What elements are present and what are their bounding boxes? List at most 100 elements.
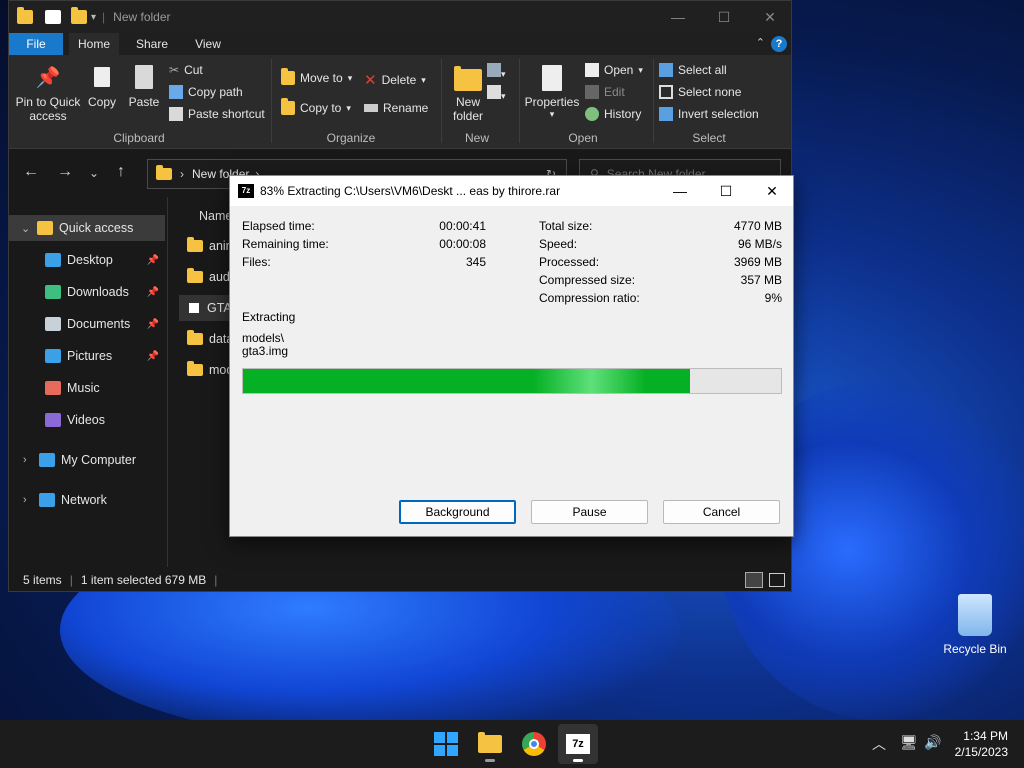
quick-access-toolbar-dropdown-icon[interactable]: ▾ bbox=[91, 12, 96, 23]
new-item-button[interactable]: ▾ bbox=[487, 63, 506, 80]
pane-splitter[interactable] bbox=[167, 197, 168, 567]
edit-button[interactable]: Edit bbox=[585, 85, 625, 99]
start-button[interactable] bbox=[426, 724, 466, 764]
forward-arrow-icon[interactable]: → bbox=[57, 163, 73, 181]
sidebar-item-network[interactable]: › Network bbox=[9, 487, 165, 513]
stat-label: Processed: bbox=[539, 255, 600, 269]
current-path: models\ bbox=[242, 331, 285, 345]
tab-home[interactable]: Home bbox=[69, 33, 119, 55]
show-hidden-icons-chevron-icon[interactable]: ︿ bbox=[872, 734, 886, 754]
select-none-button[interactable]: Select none bbox=[659, 85, 741, 99]
taskbar-clock[interactable]: 1:34 PM 2/15/2023 bbox=[955, 728, 1008, 760]
new-folder-quick-icon[interactable] bbox=[71, 7, 87, 24]
copy-path-button[interactable]: Copy path bbox=[169, 85, 243, 99]
sidebar-item-videos[interactable]: Videos bbox=[9, 407, 165, 433]
pause-button[interactable]: Pause bbox=[531, 500, 648, 524]
minimize-button[interactable]: — bbox=[655, 1, 701, 33]
open-button[interactable]: Open ▾ bbox=[585, 63, 643, 77]
chevron-right-icon[interactable]: › bbox=[23, 454, 35, 466]
paste-label: Paste bbox=[128, 95, 160, 109]
cut-button[interactable]: ✂ Cut bbox=[169, 63, 203, 77]
background-button[interactable]: Background bbox=[399, 500, 516, 524]
file-explorer-taskbar-button[interactable] bbox=[470, 724, 510, 764]
stat-label: Total size: bbox=[539, 219, 593, 233]
tab-share[interactable]: Share bbox=[127, 33, 177, 55]
large-icons-view-icon[interactable] bbox=[769, 573, 785, 587]
pin-to-quick-access-button[interactable]: 📌 Pin to Quick access bbox=[13, 65, 83, 123]
delete-label: Delete bbox=[381, 73, 417, 87]
chevron-right-icon[interactable]: › bbox=[23, 494, 35, 506]
close-button[interactable]: ✕ bbox=[747, 1, 793, 33]
history-button[interactable]: History bbox=[585, 107, 641, 121]
tab-view[interactable]: View bbox=[183, 33, 233, 55]
pin-label-2: access bbox=[29, 109, 67, 123]
copy-button[interactable]: Copy bbox=[87, 65, 117, 109]
delete-button[interactable]: ✕ Delete ▾ bbox=[364, 71, 426, 89]
sidebar-item-label: Downloads bbox=[67, 285, 129, 299]
sidebar-item-label: My Computer bbox=[61, 453, 137, 467]
dialog-titlebar: 7z 83% Extracting C:\Users\VM6\Deskt ...… bbox=[230, 176, 793, 206]
chrome-taskbar-button[interactable] bbox=[514, 724, 554, 764]
back-arrow-icon[interactable]: ← bbox=[23, 163, 39, 181]
sidebar-item-my-computer[interactable]: › My Computer bbox=[9, 447, 165, 473]
group-open: Open bbox=[568, 131, 598, 145]
7zip-taskbar-button[interactable]: 7z bbox=[558, 724, 598, 764]
cancel-button[interactable]: Cancel bbox=[663, 500, 780, 524]
progress-bar bbox=[242, 368, 782, 394]
navigation-pane: ⌄ Quick access Desktop 📌 Downloads 📌 Documents… bbox=[9, 197, 169, 567]
chevron-down-icon: ▾ bbox=[347, 72, 353, 83]
network-icon[interactable]: 🖥 bbox=[900, 734, 918, 751]
chevron-down-icon[interactable]: ⌄ bbox=[21, 222, 33, 235]
new-folder-button[interactable]: New folder bbox=[445, 65, 491, 123]
sidebar-item-music[interactable]: Music bbox=[9, 375, 165, 401]
sidebar-item-pictures[interactable]: Pictures 📌 bbox=[9, 343, 165, 369]
network-icon bbox=[39, 493, 55, 507]
stat-value: 4770 MB bbox=[733, 219, 782, 233]
sidebar-item-desktop[interactable]: Desktop 📌 bbox=[9, 247, 165, 273]
recent-locations-icon[interactable]: ⌄ bbox=[89, 166, 99, 180]
help-icon[interactable]: ? bbox=[771, 36, 787, 52]
sidebar-item-downloads[interactable]: Downloads 📌 bbox=[9, 279, 165, 305]
action-label: Extracting bbox=[242, 310, 296, 324]
sidebar-item-quick-access[interactable]: ⌄ Quick access bbox=[9, 215, 165, 241]
dialog-maximize-button[interactable]: ☐ bbox=[703, 176, 749, 206]
paste-shortcut-icon bbox=[169, 107, 183, 121]
sidebar-item-label: Network bbox=[61, 493, 107, 507]
paste-shortcut-button[interactable]: Paste shortcut bbox=[169, 107, 265, 121]
invert-selection-button[interactable]: Invert selection bbox=[659, 107, 759, 121]
sidebar-item-label: Music bbox=[67, 381, 100, 395]
maximize-button[interactable]: ☐ bbox=[701, 1, 747, 33]
clock-time: 1:34 PM bbox=[963, 729, 1008, 743]
move-to-button[interactable]: Move to ▾ bbox=[281, 68, 353, 85]
column-header-name[interactable]: Name bbox=[199, 209, 232, 223]
properties-quick-icon[interactable] bbox=[45, 10, 61, 24]
rename-button[interactable]: Rename bbox=[364, 101, 428, 115]
documents-icon bbox=[45, 317, 61, 331]
up-arrow-icon[interactable]: ↑ bbox=[117, 163, 125, 181]
select-all-button[interactable]: Select all bbox=[659, 63, 727, 77]
open-icon bbox=[585, 63, 599, 77]
pin-icon: 📌 bbox=[146, 286, 159, 298]
copy-path-label: Copy path bbox=[188, 85, 243, 99]
ribbon-divider bbox=[519, 59, 520, 143]
copy-to-button[interactable]: Copy to ▾ bbox=[281, 98, 351, 115]
desktop-icon bbox=[45, 253, 61, 267]
folder-icon bbox=[187, 268, 203, 283]
copy-to-label: Copy to bbox=[300, 101, 342, 115]
sidebar-item-label: Pictures bbox=[67, 349, 113, 363]
tab-file[interactable]: File bbox=[9, 33, 63, 55]
paste-button[interactable]: Paste bbox=[127, 65, 161, 109]
dialog-close-button[interactable]: ✕ bbox=[749, 176, 795, 206]
rename-icon bbox=[364, 104, 378, 112]
paste-icon bbox=[135, 65, 153, 89]
volume-icon[interactable]: 🔊 bbox=[924, 734, 941, 751]
collapse-ribbon-icon[interactable]: ⌃ bbox=[756, 36, 765, 49]
easy-access-button[interactable]: ▾ bbox=[487, 85, 506, 102]
details-view-icon[interactable] bbox=[745, 572, 763, 588]
dialog-minimize-button[interactable]: — bbox=[657, 176, 703, 206]
sidebar-item-documents[interactable]: Documents 📌 bbox=[9, 311, 165, 337]
stat-label: Elapsed time: bbox=[242, 219, 315, 233]
recycle-bin-shortcut[interactable]: Recycle Bin bbox=[940, 594, 1010, 656]
properties-button[interactable]: Properties ▾ bbox=[523, 65, 581, 120]
history-icon bbox=[585, 107, 599, 121]
